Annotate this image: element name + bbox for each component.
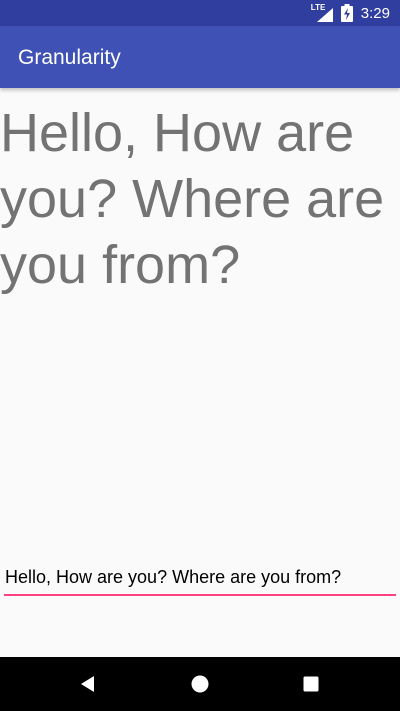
screen: LTE 3:29 Granularity Hello, How are you?… <box>0 0 400 711</box>
app-title: Granularity <box>18 46 121 69</box>
navigation-bar <box>0 657 400 711</box>
large-text-view: Hello, How are you? Where are you from? <box>0 103 385 295</box>
lte-signal-icon: LTE <box>311 3 333 22</box>
home-icon <box>191 675 209 693</box>
text-input[interactable]: Hello, How are you? Where are you from? <box>4 566 396 596</box>
signal-strength-icon <box>316 8 333 22</box>
back-button[interactable] <box>58 657 118 711</box>
battery-charging-icon <box>340 4 353 22</box>
status-bar: LTE 3:29 <box>0 0 400 26</box>
recent-apps-icon <box>303 676 319 692</box>
back-icon <box>81 676 94 692</box>
status-icons: LTE 3:29 <box>311 0 390 26</box>
home-button[interactable] <box>170 657 230 711</box>
app-bar: Granularity <box>0 26 400 88</box>
status-time: 3:29 <box>360 4 390 22</box>
recent-apps-button[interactable] <box>281 657 341 711</box>
